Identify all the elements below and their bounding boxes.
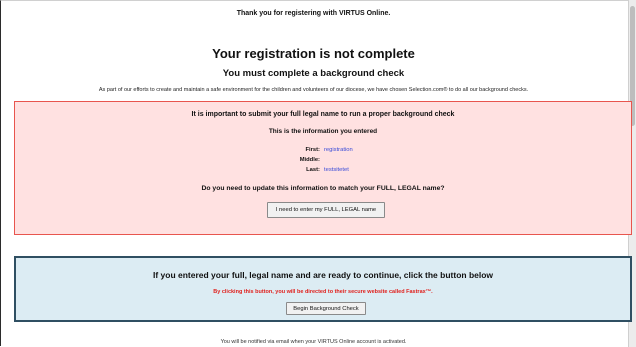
enter-legal-name-button[interactable]: I need to enter my FULL, LEGAL name [267,202,385,218]
middle-name-label: Middle: [299,157,320,163]
activation-notice: You will be notified via email when your… [220,339,407,345]
last-name-row: Last: testsitetet [260,165,353,175]
begin-background-check-button[interactable]: Begin Background Check [286,302,366,315]
last-name-value: testsitetet [324,167,349,173]
entered-name-list: First: registration Middle: Last: testsi… [260,145,353,175]
entered-info-heading: This is the information you entered [268,128,378,135]
continue-heading: If you entered your full, legal name and… [152,270,494,280]
legal-name-notice: It is important to submit your full lega… [14,101,632,235]
page-subtitle: You must complete a background check [222,68,405,79]
thanks-message: Thank you for registering with VIRTUS On… [236,10,391,17]
continue-panel: If you entered your full, legal name and… [14,256,632,322]
redirect-note: By clicking this button, you will be dir… [213,289,433,295]
intro-text: As part of our efforts to create and mai… [98,87,529,93]
first-name-row: First: registration [260,145,353,155]
middle-name-row: Middle: [260,155,353,165]
legal-name-warning: It is important to submit your full lega… [191,111,455,118]
page-title: Your registration is not complete [212,46,415,61]
last-name-label: Last: [306,167,320,173]
update-name-question: Do you need to update this information t… [201,185,445,192]
first-name-label: First: [305,147,321,153]
first-name-value: registration [324,147,353,153]
